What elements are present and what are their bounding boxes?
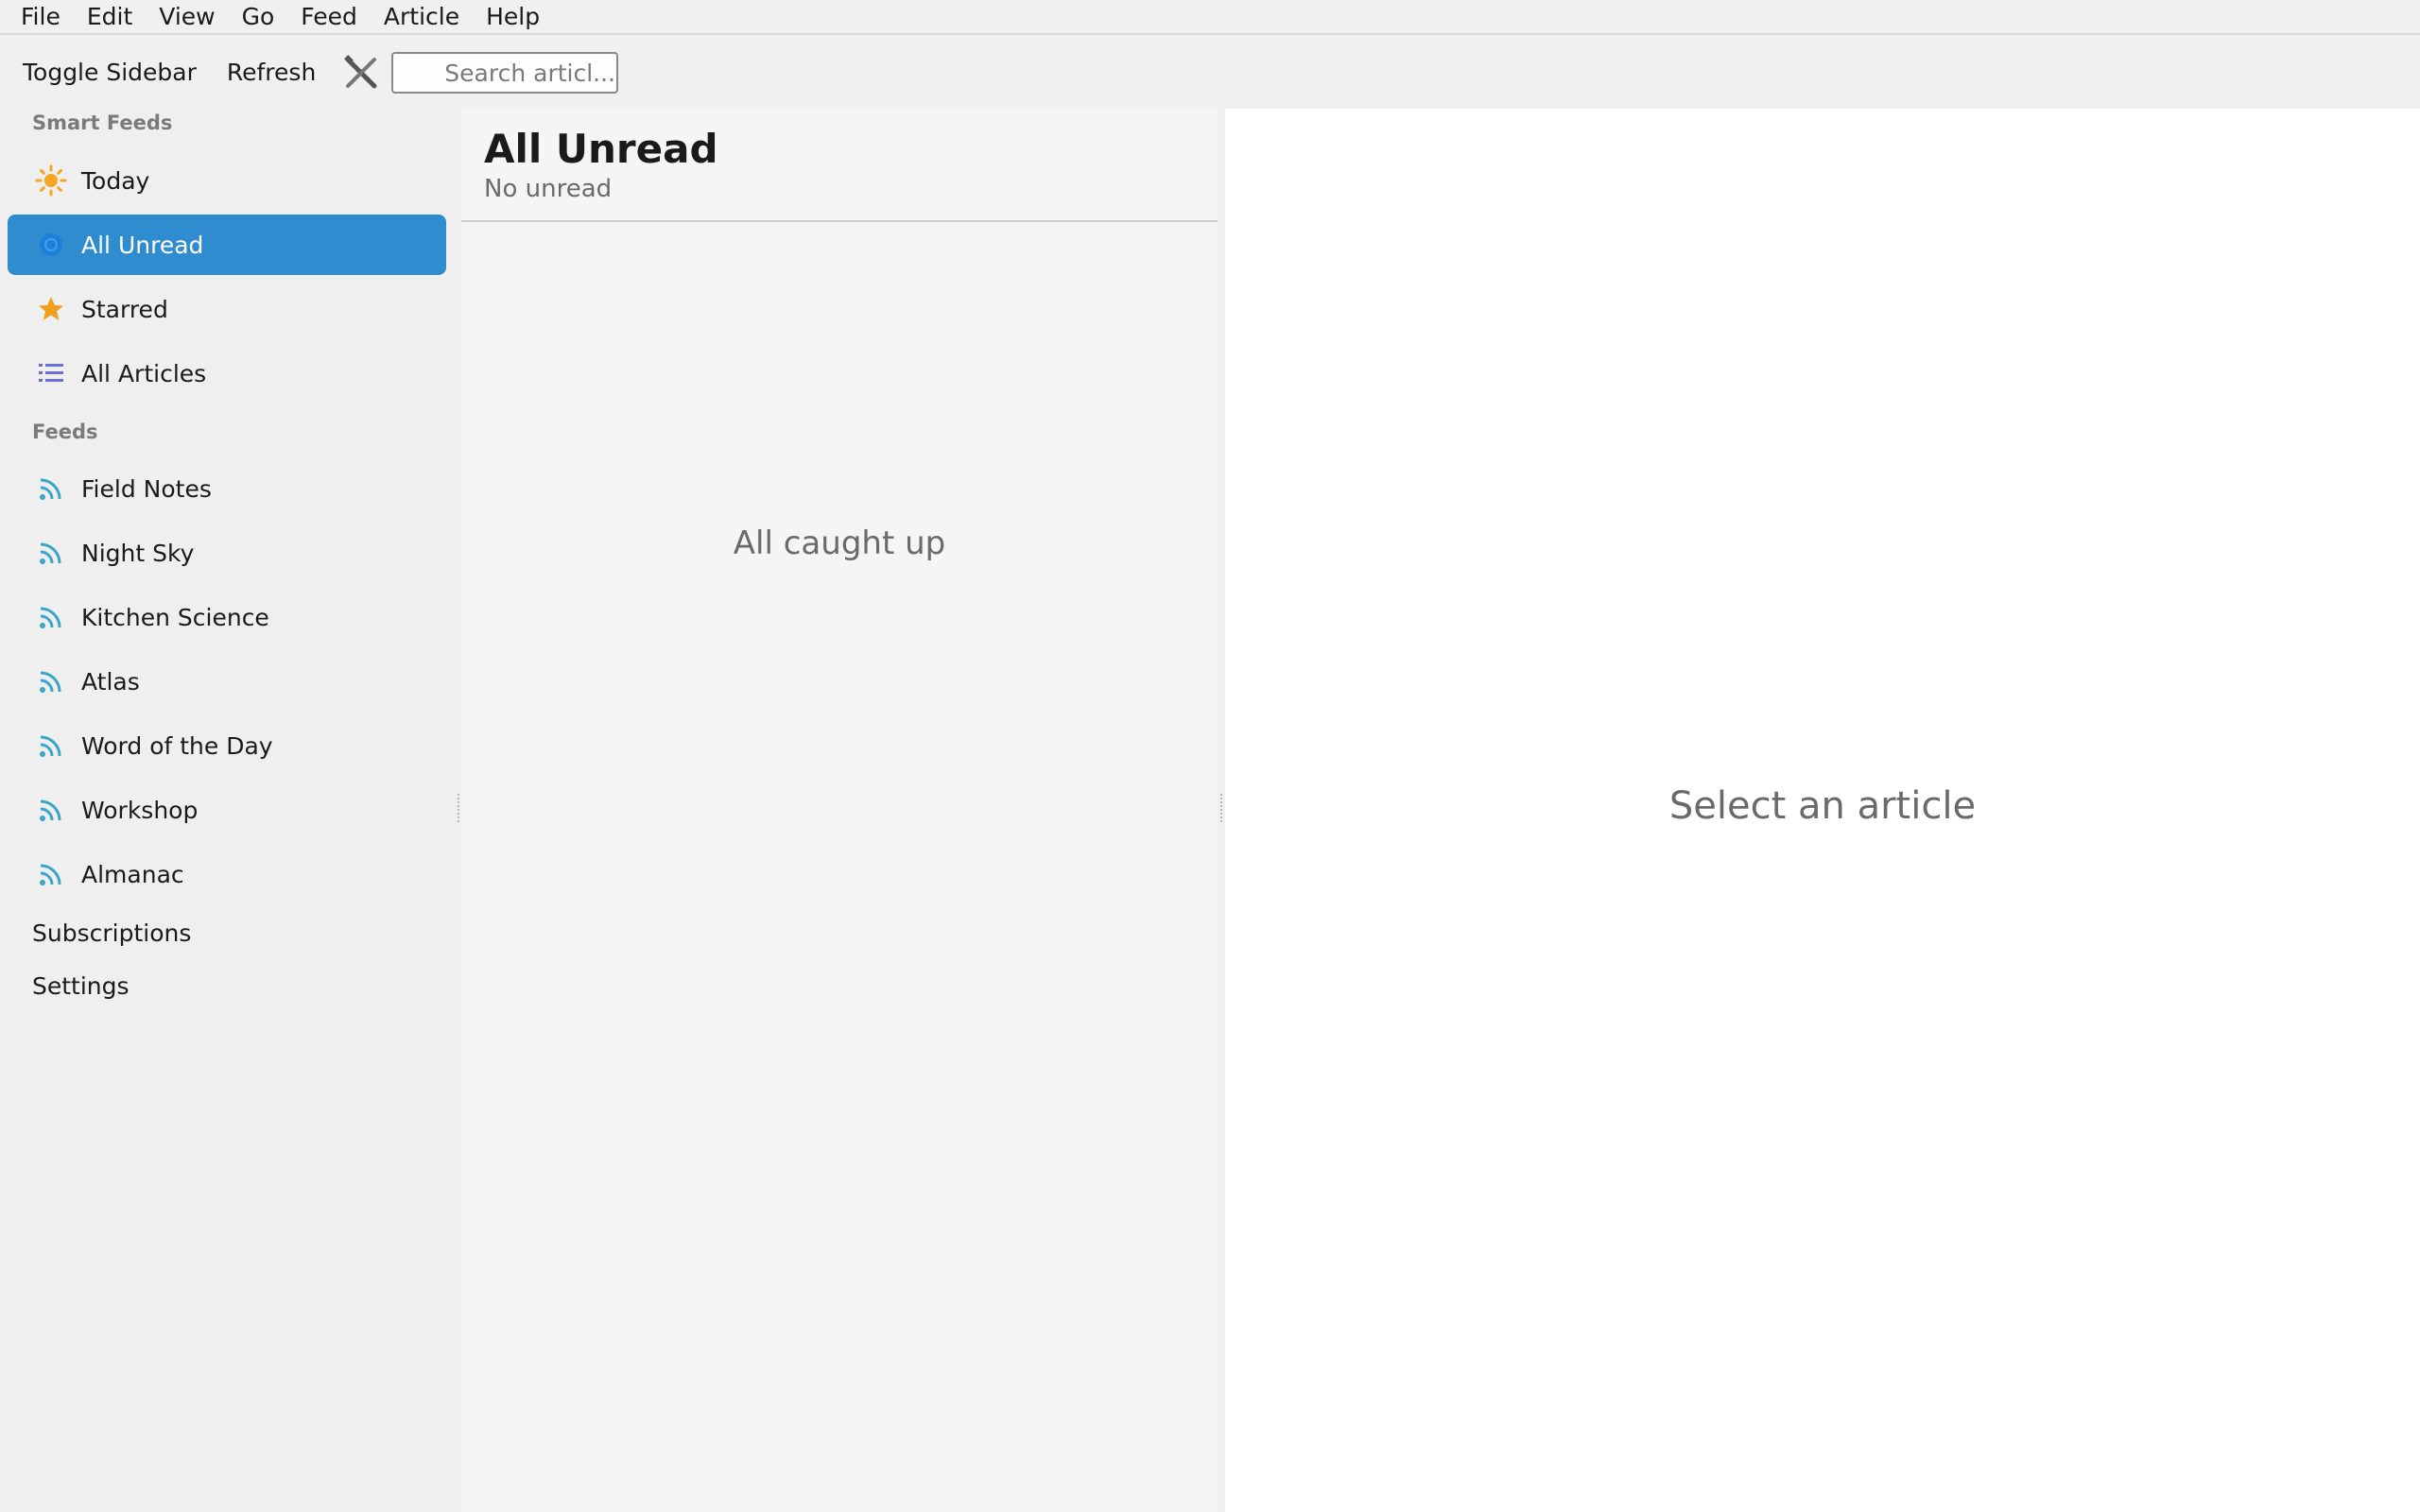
- sidebar-item-today[interactable]: Today: [8, 150, 446, 211]
- sidebar-item-label: Almanac: [81, 860, 184, 888]
- list-splitter[interactable]: [1219, 109, 1224, 1512]
- menu-edit[interactable]: Edit: [74, 1, 146, 32]
- article-list-header: All Unread No unread: [461, 109, 1218, 222]
- smart-feeds-header: Smart Feeds: [32, 112, 173, 134]
- menu-feed[interactable]: Feed: [287, 1, 371, 32]
- unread-count-label: No unread: [484, 175, 613, 203]
- sidebar-item-word-of-the-day[interactable]: Word of the Day: [8, 715, 446, 776]
- sidebar-item-label: Word of the Day: [81, 731, 273, 760]
- menu-bar: File Edit View Go Feed Article Help: [0, 0, 2420, 35]
- sidebar-item-atlas[interactable]: Atlas: [8, 651, 446, 712]
- menu-help[interactable]: Help: [473, 1, 553, 32]
- list-icon: [34, 356, 68, 390]
- reader-empty-message: Select an article: [1668, 784, 1977, 828]
- rss-icon: [34, 536, 68, 570]
- toolbar: Toggle Sidebar Refresh Search articl...: [0, 37, 2420, 109]
- sidebar-item-label: Workshop: [81, 796, 199, 824]
- refresh-button[interactable]: Refresh: [212, 54, 331, 92]
- menu-article[interactable]: Article: [371, 1, 473, 32]
- sun-icon: [34, 163, 68, 198]
- rss-icon: [34, 472, 68, 506]
- rss-icon: [34, 600, 68, 634]
- sidebar-item-label: Starred: [81, 295, 168, 323]
- sidebar-item-kitchen-science[interactable]: Kitchen Science: [8, 587, 446, 647]
- reader-pane: Select an article: [1225, 109, 2420, 1512]
- rss-icon: [34, 793, 68, 827]
- tools-icon[interactable]: [337, 48, 386, 97]
- sidebar-item-label: All Articles: [81, 359, 207, 387]
- sidebar-item-label: All Unread: [81, 231, 204, 259]
- sidebar-item-label: Today: [81, 166, 150, 195]
- sidebar-item-label: Kitchen Science: [81, 603, 269, 631]
- unread-circle-icon: [34, 228, 68, 262]
- sidebar-item-all-articles[interactable]: All Articles: [8, 343, 446, 404]
- rss-icon: [34, 664, 68, 698]
- feeds-header: Feeds: [32, 421, 98, 443]
- sidebar: Smart Feeds Today All Unread Starred All…: [0, 109, 459, 1512]
- toggle-sidebar-button[interactable]: Toggle Sidebar: [8, 54, 212, 92]
- sidebar-item-label: Night Sky: [81, 539, 195, 567]
- sidebar-item-night-sky[interactable]: Night Sky: [8, 523, 446, 583]
- article-list-pane: All Unread No unread All caught up: [461, 109, 1218, 1512]
- sidebar-item-almanac[interactable]: Almanac: [8, 844, 446, 904]
- sidebar-item-all-unread[interactable]: All Unread: [8, 215, 446, 275]
- search-placeholder: Search articl...: [444, 59, 616, 87]
- sidebar-item-label: Atlas: [81, 667, 140, 696]
- star-icon: [34, 292, 68, 326]
- subscriptions-link[interactable]: Subscriptions: [32, 919, 191, 947]
- empty-list-message: All caught up: [733, 524, 946, 562]
- menu-file[interactable]: File: [8, 1, 74, 32]
- splitter-grip: [458, 794, 459, 822]
- sidebar-item-workshop[interactable]: Workshop: [8, 780, 446, 840]
- sidebar-item-label: Field Notes: [81, 474, 212, 503]
- rss-icon: [34, 729, 68, 763]
- sidebar-item-starred[interactable]: Starred: [8, 279, 446, 339]
- splitter-grip: [1220, 794, 1222, 822]
- rss-icon: [34, 857, 68, 891]
- menu-go[interactable]: Go: [229, 1, 288, 32]
- page-title: All Unread: [484, 126, 718, 172]
- settings-link[interactable]: Settings: [32, 972, 130, 1000]
- sidebar-item-field-notes[interactable]: Field Notes: [8, 458, 446, 519]
- search-input[interactable]: Search articl...: [391, 52, 619, 94]
- menu-view[interactable]: View: [146, 1, 228, 32]
